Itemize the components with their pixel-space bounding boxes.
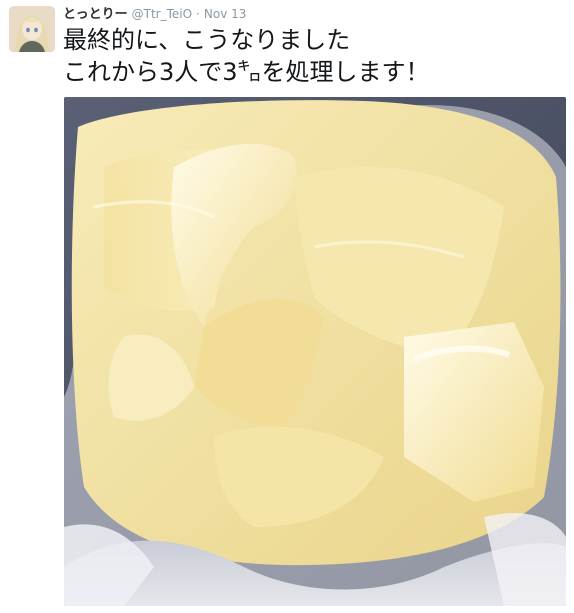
tweet-text: 最終的に、こうなりました これから3人で3㌔を処理します！ bbox=[63, 26, 430, 86]
media-photo bbox=[64, 97, 566, 606]
avatar-image bbox=[9, 6, 55, 52]
separator: · bbox=[196, 7, 200, 21]
tweet-media[interactable] bbox=[64, 97, 566, 606]
display-name[interactable]: とっとりー bbox=[63, 3, 128, 22]
tweet-header: とっとりー @Ttr_TeiO · Nov 13 bbox=[63, 3, 247, 22]
timestamp[interactable]: Nov 13 bbox=[204, 7, 247, 21]
screen-name[interactable]: @Ttr_TeiO bbox=[132, 7, 192, 21]
avatar[interactable] bbox=[9, 6, 55, 52]
tweet: とっとりー @Ttr_TeiO · Nov 13 最終的に、こうなりました これ… bbox=[0, 0, 574, 613]
